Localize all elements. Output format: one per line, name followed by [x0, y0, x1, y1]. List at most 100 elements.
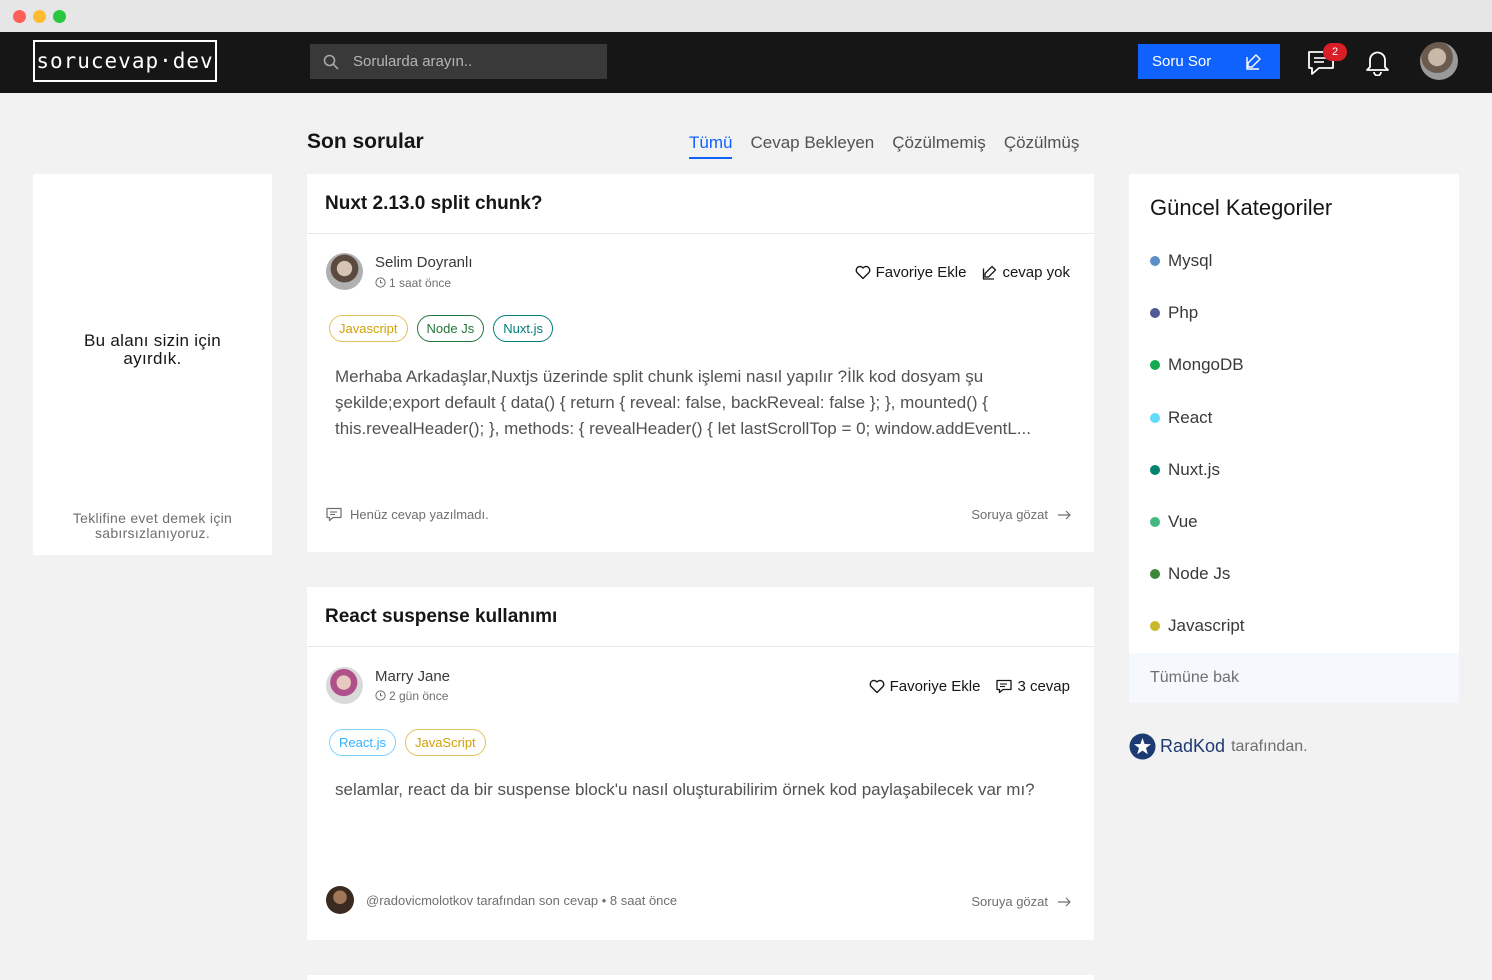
edit-icon — [983, 265, 997, 280]
arrow-right-icon — [1058, 897, 1071, 906]
category-label: React — [1168, 408, 1213, 427]
ask-question-button[interactable]: Soru Sor — [1138, 44, 1280, 79]
close-window-button[interactable] — [13, 10, 26, 23]
category-color-dot — [1150, 308, 1160, 318]
tag-javascript[interactable]: JavaScript — [404, 729, 486, 756]
messages-count-badge: 2 — [1323, 43, 1347, 61]
heart-icon — [855, 265, 870, 280]
category-label: Node Js — [1168, 564, 1231, 583]
favorite-label: Favoriye Ekle — [889, 678, 981, 695]
edit-icon — [1246, 54, 1261, 70]
user-avatar[interactable] — [1420, 42, 1458, 80]
tag-list: Javascript Node Js Nuxt.js — [329, 315, 562, 342]
credit-suffix: tarafından. — [1231, 737, 1308, 755]
answer-status-text: Henüz cevap yazılmadı. — [350, 507, 489, 522]
comment-icon — [326, 507, 342, 522]
category-mysql[interactable]: Mysql — [1150, 251, 1212, 271]
category-react[interactable]: React — [1150, 408, 1212, 428]
category-color-dot — [1150, 517, 1160, 527]
last-answer-text: @radovicmolotkov tarafından son cevap • … — [366, 892, 678, 908]
answers-button[interactable]: 3 cevap — [996, 678, 1070, 695]
category-color-dot — [1150, 413, 1160, 423]
tab-awaiting-answer[interactable]: Cevap Bekleyen — [750, 133, 874, 159]
tag-list: React.js JavaScript — [329, 729, 495, 756]
question-time: 2 gün önce — [375, 689, 448, 703]
browse-question-link[interactable]: Soruya gözat — [971, 894, 1071, 909]
question-excerpt: selamlar, react da bir suspense block'u … — [335, 780, 1035, 799]
ad-subtitle: Teklifine evet demek için sabırsızlanıyo… — [72, 510, 233, 541]
arrow-right-icon — [1058, 510, 1071, 519]
last-answer-info: @radovicmolotkov tarafından son cevap • … — [326, 886, 677, 914]
categories-panel: Güncel Kategoriler Mysql Php MongoDB Rea… — [1129, 174, 1459, 703]
tab-all[interactable]: Tümü — [689, 133, 733, 159]
tag-javascript[interactable]: Javascript — [329, 315, 408, 342]
top-navbar: sorucevap·dev Soru Sor 2 — [0, 32, 1492, 93]
ask-question-label: Soru Sor — [1152, 53, 1212, 70]
filter-tabs: Tümü Cevap Bekleyen Çözülmemiş Çözülmüş — [689, 133, 1079, 159]
minimize-window-button[interactable] — [33, 10, 46, 23]
category-color-dot — [1150, 621, 1160, 631]
question-card: React suspense kullanımı Marry Jane 2 gü… — [307, 587, 1094, 940]
tab-solved[interactable]: Çözülmüş — [1004, 133, 1080, 159]
search-input[interactable] — [353, 44, 593, 79]
category-label: Nuxt.js — [1168, 460, 1220, 479]
category-label: Php — [1168, 303, 1199, 322]
question-excerpt: Merhaba Arkadaşlar,Nuxtjs üzerinde split… — [335, 367, 1031, 438]
question-title[interactable]: React suspense kullanımı — [307, 587, 1094, 647]
maximize-window-button[interactable] — [53, 10, 66, 23]
radkod-link[interactable]: RadKod — [1160, 736, 1225, 757]
favorite-label: Favoriye Ekle — [875, 264, 967, 281]
ad-title: Bu alanı sizin için ayırdık. — [83, 331, 222, 368]
tag-node-js[interactable]: Node Js — [416, 315, 485, 342]
question-time-text: 2 gün önce — [389, 689, 449, 703]
category-nuxt-js[interactable]: Nuxt.js — [1150, 460, 1220, 480]
question-card: Nuxt 2.13.0 split chunk? Selim Doyranlı … — [307, 174, 1094, 552]
author-avatar[interactable] — [326, 253, 363, 290]
question-time: 1 saat önce — [375, 276, 451, 290]
question-title[interactable]: Nuxt 2.13.0 split chunk? — [307, 174, 1094, 234]
heart-icon — [869, 679, 884, 694]
category-color-dot — [1150, 256, 1160, 266]
category-color-dot — [1150, 465, 1160, 475]
clock-icon — [375, 277, 386, 288]
browse-label: Soruya gözat — [971, 894, 1048, 909]
favorite-button[interactable]: Favoriye Ekle — [869, 678, 981, 695]
credit-line: RadKod tarafından. — [1129, 733, 1308, 760]
comment-icon — [996, 679, 1013, 694]
view-all-categories-link[interactable]: Tümüne bak — [1129, 653, 1459, 703]
author-name[interactable]: Selim Doyranlı — [375, 254, 473, 271]
tag-nuxt-js[interactable]: Nuxt.js — [493, 315, 553, 342]
favorite-button[interactable]: Favoriye Ekle — [855, 264, 967, 281]
category-javascript[interactable]: Javascript — [1150, 616, 1245, 636]
category-color-dot — [1150, 569, 1160, 579]
browse-label: Soruya gözat — [971, 507, 1048, 522]
category-mongodb[interactable]: MongoDB — [1150, 355, 1244, 375]
question-time-text: 1 saat önce — [389, 276, 452, 290]
categories-title: Güncel Kategoriler — [1150, 195, 1333, 220]
page-title: Son sorular — [307, 130, 424, 153]
answers-label: cevap yok — [1002, 264, 1070, 281]
author-name[interactable]: Marry Jane — [375, 668, 450, 685]
browse-question-link[interactable]: Soruya gözat — [971, 507, 1071, 522]
tab-unsolved[interactable]: Çözülmemiş — [892, 133, 986, 159]
category-php[interactable]: Php — [1150, 303, 1198, 323]
category-node-js[interactable]: Node Js — [1150, 564, 1230, 584]
answer-status: Henüz cevap yazılmadı. — [326, 507, 489, 522]
answers-button[interactable]: cevap yok — [982, 264, 1070, 281]
category-label: MongoDB — [1168, 355, 1244, 374]
category-color-dot — [1150, 360, 1160, 370]
star-logo-icon — [1129, 733, 1156, 760]
question-actions: Favoriye Ekle 3 cevap — [853, 678, 1070, 695]
site-logo[interactable]: sorucevap·dev — [33, 40, 217, 82]
category-label: Mysql — [1168, 251, 1213, 270]
tag-react-js[interactable]: React.js — [329, 729, 396, 756]
answers-label: 3 cevap — [1017, 678, 1070, 695]
author-avatar[interactable] — [326, 667, 363, 704]
question-actions: Favoriye Ekle cevap yok — [839, 264, 1070, 281]
bell-icon[interactable] — [1364, 48, 1391, 76]
ad-placeholder[interactable]: Bu alanı sizin için ayırdık. Teklifine e… — [33, 174, 272, 555]
category-vue[interactable]: Vue — [1150, 512, 1198, 532]
category-label: Vue — [1168, 512, 1198, 531]
last-answerer-avatar[interactable] — [326, 886, 354, 914]
search-icon — [323, 54, 339, 70]
